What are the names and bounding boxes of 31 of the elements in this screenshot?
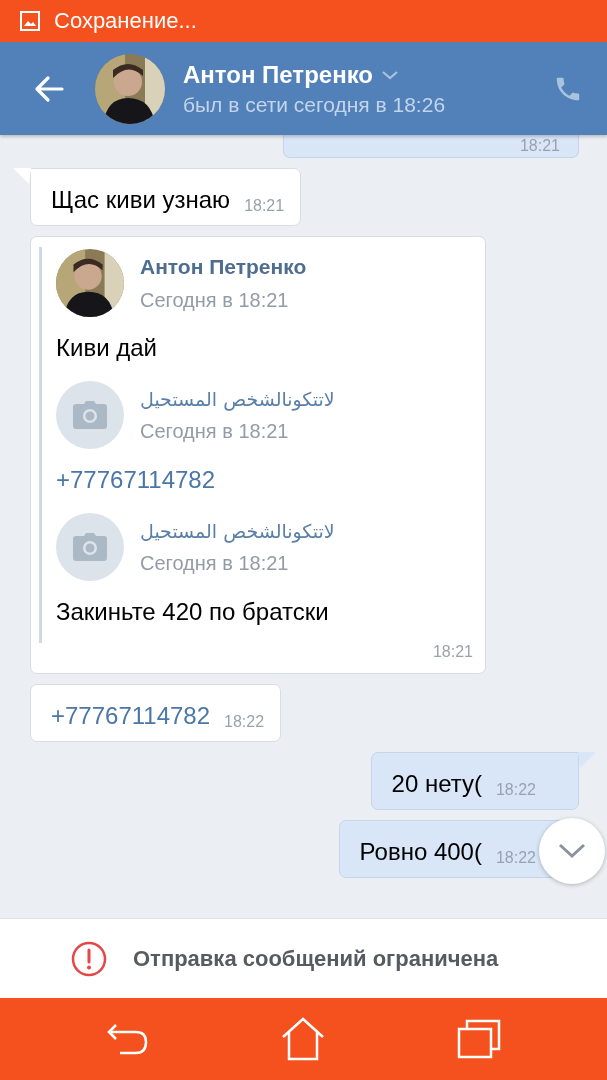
camera-icon	[73, 533, 107, 561]
notification-title: Сохранение...	[54, 8, 197, 34]
phone-link[interactable]: +77767114782	[51, 701, 211, 731]
message-text: Закиньте 420 по братски	[56, 597, 330, 627]
scroll-down-button[interactable]	[539, 818, 605, 884]
message-time: 18:22	[495, 781, 536, 799]
message-time: 18:21	[519, 137, 560, 156]
message-text: Щас киви узнаю	[51, 185, 231, 215]
camera-icon	[73, 401, 107, 429]
message-time: 18:21	[244, 197, 285, 215]
message-date: Сегодня в 18:21	[140, 419, 290, 443]
sender-name[interactable]: لاتتكونالشخص المستحيل	[140, 519, 335, 542]
warning-icon	[71, 940, 107, 977]
message-date: Сегодня в 18:21	[140, 288, 290, 312]
back-arrow-icon[interactable]	[34, 73, 64, 104]
contact-name[interactable]: Антон Петренко	[183, 60, 373, 89]
sender-name[interactable]: لاتتكونالشخص المستحيل	[140, 387, 335, 410]
chevron-down-icon	[558, 843, 586, 859]
last-seen-status: был в сети сегодня в 18:26	[183, 92, 447, 117]
message-date: Сегодня в 18:21	[140, 551, 290, 575]
message-text: Киви дай	[56, 333, 158, 363]
caret-icon[interactable]	[381, 69, 399, 80]
phone-link[interactable]: +77767114782	[56, 465, 473, 495]
message-text: Ровно 400(	[359, 837, 482, 867]
message-time: 18:22	[224, 713, 265, 731]
message-time: 18:21	[432, 643, 473, 661]
sender-name[interactable]: Антон Петренко	[140, 254, 307, 279]
message-time: 18:22	[495, 849, 536, 867]
message-text: 20 нету(	[391, 769, 482, 799]
image-icon	[20, 11, 40, 31]
restriction-notice: Отправка сообщений ограничена	[133, 945, 499, 972]
